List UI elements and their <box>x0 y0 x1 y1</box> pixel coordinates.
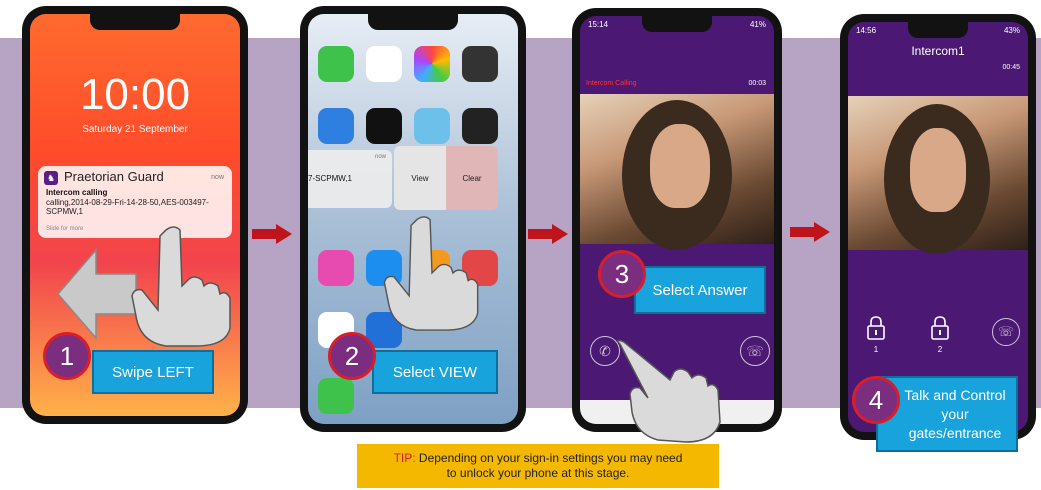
right-arrow-icon <box>252 224 292 244</box>
notification-actions: now 7-SCPMW,1 View Clear <box>308 146 498 212</box>
phone-hangup-icon: ☏ <box>997 324 1015 339</box>
weather-app-icon[interactable] <box>318 108 354 144</box>
notification-fragment-text: 7-SCPMW,1 <box>308 174 353 183</box>
face <box>910 128 966 212</box>
notch <box>642 16 712 32</box>
itunes-app-icon[interactable] <box>318 250 354 286</box>
call-timer: 00:45 <box>1002 64 1020 71</box>
pointing-hand-icon <box>131 226 231 347</box>
status-time: 14:56 <box>856 26 877 35</box>
lock-icon <box>931 316 949 340</box>
face <box>650 124 710 208</box>
right-arrow-icon <box>528 224 568 244</box>
clear-action-button[interactable]: Clear <box>446 146 498 210</box>
clear-action-label: Clear <box>462 173 482 183</box>
intercom-title: Intercom1 <box>911 44 965 58</box>
view-action-button[interactable]: View <box>394 146 446 210</box>
gate-1-unlock-button[interactable]: 1 <box>864 316 888 356</box>
tip-box: TIP: Depending on your sign-in settings … <box>357 444 719 488</box>
status-battery: 43% <box>1003 26 1020 35</box>
pointing-hand-icon <box>617 339 721 443</box>
tip-prefix: TIP: <box>393 451 416 465</box>
phone-answer-icon: ✆ <box>599 342 611 359</box>
app-logo-icon: ♞ <box>44 171 58 185</box>
view-action-label: View <box>411 173 429 183</box>
maps-app-icon[interactable] <box>414 108 450 144</box>
notification-app-name: Praetorian Guard <box>64 169 164 184</box>
tip-body: Depending on your sign-in settings you m… <box>415 451 683 480</box>
step-2-callout: Select VIEW <box>372 350 498 394</box>
right-arrow-icon <box>790 222 830 242</box>
swipe-left-arrow-icon <box>57 248 137 340</box>
video-app-icon[interactable] <box>462 108 498 144</box>
pointing-hand-icon <box>383 216 479 331</box>
phone-hangup-icon: ☏ <box>746 342 764 359</box>
notch <box>908 22 968 38</box>
tip-text: TIP: Depending on your sign-in settings … <box>388 451 688 481</box>
step-1-callout: Swipe LEFT <box>92 350 214 394</box>
lockscreen-time: 10:00 <box>79 70 191 119</box>
hangup-button[interactable]: ☏ <box>992 318 1020 346</box>
lock-icon <box>867 316 885 340</box>
notification-title: Intercom calling <box>46 188 108 197</box>
camera-feed-image <box>848 96 1028 254</box>
notification-body: calling,2014-08-29-Fri-14-28-50,AES-0034… <box>46 198 209 216</box>
status-time: 15:14 <box>588 20 609 29</box>
gate-2-label: 2 <box>937 345 943 354</box>
notch <box>90 14 180 30</box>
calendar-app-icon[interactable] <box>366 46 402 82</box>
notification-hint: Slide for more <box>46 226 84 232</box>
intercom-calling-label: Intercom Calling <box>586 80 637 87</box>
photos-app-icon[interactable] <box>414 46 450 82</box>
status-battery: 41% <box>749 20 766 29</box>
notch <box>368 14 458 30</box>
gate-1-label: 1 <box>873 345 879 354</box>
hangup-button[interactable]: ☏ <box>740 336 770 366</box>
step-4-callout: Talk and Control your gates/entrance <box>876 376 1018 452</box>
step-1-badge: 1 <box>43 332 91 380</box>
step-3-badge: 3 <box>598 250 646 298</box>
lockscreen-date: Saturday 21 September <box>82 124 188 135</box>
camera-app-icon[interactable] <box>462 46 498 82</box>
notification-when: now <box>374 154 386 160</box>
phone-4-in-call: 14:56 43% Intercom1 00:45 1 2 ☏ <box>848 22 1028 432</box>
messages-app-icon[interactable] <box>318 46 354 82</box>
call-timer: 00:03 <box>748 80 766 87</box>
step-2-badge: 2 <box>328 332 376 380</box>
notification-when: now <box>211 174 224 181</box>
gate-2-unlock-button[interactable]: 2 <box>928 316 952 356</box>
phone-app-icon[interactable] <box>318 378 354 414</box>
step-4-badge: 4 <box>852 376 900 424</box>
step-3-callout: Select Answer <box>634 266 766 314</box>
notification-fragment[interactable]: now 7-SCPMW,1 <box>308 150 392 208</box>
clock-app-icon[interactable] <box>366 108 402 144</box>
camera-feed-image <box>580 94 774 250</box>
